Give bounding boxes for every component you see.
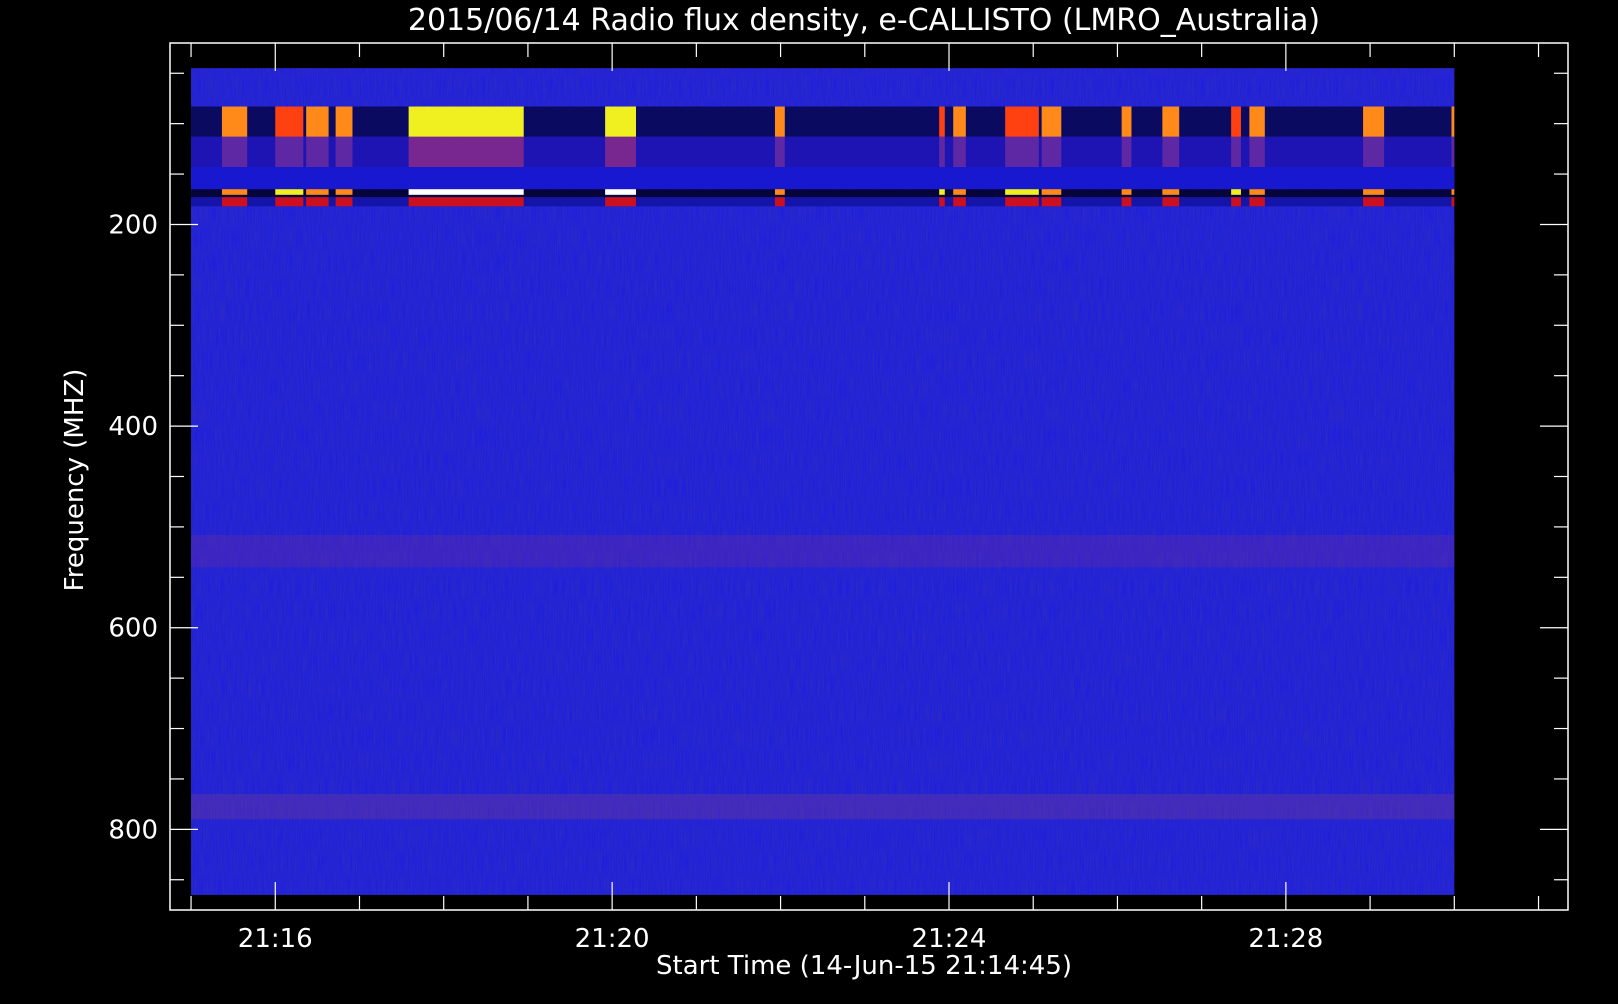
y-axis-label: Frequency (MHZ) [60,369,90,592]
burst-16-lower2 [1363,197,1385,207]
burst-7-lower2 [774,197,785,207]
band-upper-lower [191,167,1455,190]
burst-1-mid [221,136,248,168]
spectrogram-svg: 200 400 600 800 21:16 21:20 21:24 21:28 2015/06… [60,3,1569,981]
burst-3-upper [306,106,329,137]
burst-6-mid [605,136,636,168]
burst-4-lower2 [335,197,353,207]
burst-1-lower [221,189,248,195]
burst-11-upper [1041,106,1062,137]
burst-14-upper [1231,106,1241,137]
faint-band-2 [191,794,1455,820]
burst-12-mid [1121,136,1132,168]
burst-6-lower [605,189,636,195]
burst-11-lower2 [1041,197,1062,207]
burst-8-mid [939,136,945,168]
burst-7-upper [774,106,785,137]
burst-2-mid [275,136,304,168]
burst-10-upper [1005,106,1039,137]
burst-3-lower2 [306,197,329,207]
burst-1-upper [221,106,248,137]
x-tick-label: 21:24 [912,924,987,954]
burst-6-upper [605,106,636,137]
burst-16-mid [1363,136,1385,168]
burst-11-lower [1041,189,1062,195]
burst-14-lower2 [1231,197,1241,207]
burst-16-lower [1363,189,1385,195]
burst-17-lower2 [1451,197,1455,207]
burst-3-lower [306,189,329,195]
burst-7-lower [774,189,785,195]
chart-title: 2015/06/14 Radio flux density, e-CALLIST… [408,3,1320,38]
y-tick-label: 400 [108,412,158,442]
burst-5-upper [408,106,524,137]
burst-5-mid [408,136,524,168]
burst-16-upper [1363,106,1385,137]
x-tick-label: 21:16 [238,924,313,954]
burst-13-upper [1162,106,1180,137]
burst-4-mid [335,136,353,168]
burst-9-upper [953,106,966,137]
burst-13-mid [1162,136,1180,168]
burst-5-lower [408,189,524,195]
spectrogram-chart: 200 400 600 800 21:16 21:20 21:24 21:28 2015/06… [0,0,1618,1000]
burst-2-lower [275,189,304,195]
burst-6-lower2 [605,197,636,207]
x-tick-label: 21:28 [1248,924,1323,954]
burst-2-upper [275,106,304,137]
burst-9-mid [953,136,966,168]
plot-area [191,68,1455,895]
burst-17-lower [1451,189,1455,195]
x-tick-label: 21:20 [575,924,650,954]
burst-15-lower [1249,189,1265,195]
burst-4-upper [335,106,353,137]
burst-14-mid [1231,136,1241,168]
burst-12-lower2 [1121,197,1132,207]
burst-12-lower [1121,189,1132,195]
burst-1-lower2 [221,197,248,207]
burst-8-upper [939,106,945,137]
burst-10-lower [1005,189,1039,195]
x-axis-label: Start Time (14-Jun-15 21:14:45) [656,951,1072,981]
burst-7-mid [774,136,785,168]
y-tick-label: 200 [108,210,158,240]
burst-12-upper [1121,106,1132,137]
burst-10-lower2 [1005,197,1039,207]
burst-8-lower [939,189,945,195]
burst-17-upper [1451,106,1455,137]
burst-2-lower2 [275,197,304,207]
burst-13-lower [1162,189,1180,195]
y-tick-label: 600 [108,614,158,644]
burst-9-lower2 [953,197,966,207]
burst-14-lower [1231,189,1241,195]
burst-11-mid [1041,136,1062,168]
burst-17-mid [1451,136,1455,168]
burst-5-lower2 [408,197,524,207]
burst-15-lower2 [1249,197,1265,207]
burst-10-mid [1005,136,1039,168]
burst-4-lower [335,189,353,195]
burst-3-mid [306,136,329,168]
y-tick-label: 800 [108,815,158,845]
burst-9-lower [953,189,966,195]
burst-15-mid [1249,136,1265,168]
burst-13-lower2 [1162,197,1180,207]
faint-band-1 [191,534,1455,568]
burst-8-lower2 [939,197,945,207]
burst-15-upper [1249,106,1265,137]
